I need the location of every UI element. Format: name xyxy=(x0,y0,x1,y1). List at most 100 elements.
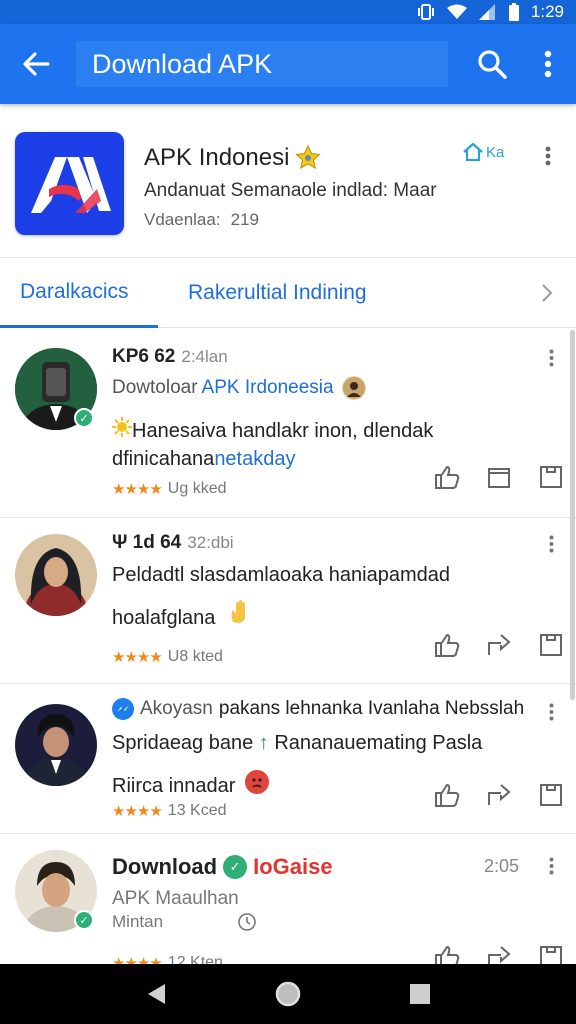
post-more-button[interactable] xyxy=(542,346,560,370)
post-more-button[interactable] xyxy=(542,532,560,556)
post-rating: ★★★★ 13 Kced xyxy=(112,802,227,820)
post-more-button[interactable] xyxy=(542,854,560,878)
angry-emoji-icon xyxy=(244,770,269,794)
app-name: APK Indonesi xyxy=(144,144,322,172)
post-tag: IoGaise xyxy=(253,854,333,879)
bookmark-box-icon xyxy=(540,634,562,656)
rating-text: Ug kked xyxy=(167,480,227,497)
thumbs-up-icon xyxy=(435,783,460,807)
rating-text: U8 kted xyxy=(167,648,223,665)
signal-icon xyxy=(478,4,497,20)
sun-emoji-icon xyxy=(112,417,132,437)
post-time: 2:4lan xyxy=(181,347,228,366)
post-head-text: pakans lehnanka Ivanlaha Nebsslah xyxy=(218,698,525,719)
avatar xyxy=(15,534,97,616)
feed-post[interactable]: ✓ Download ✓ IoGaise 2:05 APK Maaulhan M… xyxy=(0,834,576,964)
post-author: KP6 62 xyxy=(112,346,176,367)
vibrate-icon xyxy=(417,4,435,20)
share-button[interactable] xyxy=(484,462,514,492)
tab-scroll-right-button[interactable] xyxy=(536,278,558,308)
post-text-2: dfinicahana xyxy=(112,448,215,470)
clock-icon xyxy=(238,913,256,931)
scrollbar[interactable] xyxy=(570,330,575,700)
app-bar: Download APK xyxy=(0,24,576,104)
app-bar-title-box: Download APK xyxy=(76,41,448,87)
bookmark-button[interactable] xyxy=(536,630,566,660)
post-text: Hanesaiva handlakr inon, dlendak xyxy=(132,420,434,442)
install-badge[interactable]: Ka xyxy=(462,142,504,162)
more-options-button[interactable] xyxy=(520,24,576,104)
back-arrow-icon xyxy=(23,52,50,76)
app-bar-title: Download APK xyxy=(92,48,273,79)
verified-badge-icon: ✓ xyxy=(74,408,94,428)
messenger-icon xyxy=(112,698,134,720)
rating-stars: ★★★★ xyxy=(112,955,163,964)
feed-list: ✓ KP6 62 2:4lan Dowtoloar APK Irdoneesia… xyxy=(0,328,576,964)
status-time: 1:29 xyxy=(530,2,564,21)
search-icon xyxy=(478,50,507,79)
tab-recommended[interactable]: Rakerultial Indining xyxy=(188,258,367,328)
bookmark-box-icon xyxy=(540,946,562,964)
post-rating: ★★★★ Ug kked xyxy=(112,480,227,498)
post-more-button[interactable] xyxy=(542,700,560,724)
wifi-icon xyxy=(446,4,467,20)
nav-back-button[interactable] xyxy=(136,974,176,1014)
more-vert-icon xyxy=(549,349,553,367)
bookmark-button[interactable] xyxy=(536,942,566,964)
apk-logo-icon xyxy=(30,156,111,213)
feed-post[interactable]: Akoyasn pakans lehnanka Ivanlaha Nebssla… xyxy=(0,684,576,834)
bookmark-button[interactable] xyxy=(536,780,566,810)
share-button[interactable] xyxy=(484,942,514,964)
back-button[interactable] xyxy=(0,24,72,104)
bookmark-box-icon xyxy=(540,466,562,488)
search-button[interactable] xyxy=(464,24,520,104)
post-author: Ψ 1d 64 xyxy=(112,532,182,553)
nav-recents-button[interactable] xyxy=(400,974,440,1014)
rating-stars: ★★★★ xyxy=(112,649,163,666)
post-sub-text: Dowtoloar xyxy=(112,377,198,398)
share-button[interactable] xyxy=(484,780,514,810)
verified-check-icon: ✓ xyxy=(223,855,248,879)
like-button[interactable] xyxy=(432,780,462,810)
status-bar: 1:29 xyxy=(0,0,576,24)
post-app-link[interactable]: APK Irdoneesia xyxy=(202,377,334,399)
post-text: Peldadtl slasdamlaoaka haniapamdad xyxy=(112,564,451,586)
rating-text: 12 Kten xyxy=(167,954,223,964)
rating-text: 13 Kced xyxy=(167,802,227,819)
like-button[interactable] xyxy=(432,630,462,660)
post-author: Akoyasn xyxy=(140,698,213,719)
more-vert-icon xyxy=(549,857,553,875)
thumbs-up-icon xyxy=(435,633,460,657)
more-vert-icon xyxy=(545,146,551,166)
system-nav-bar xyxy=(0,964,576,1024)
post-author: Download xyxy=(112,854,218,879)
back-triangle-icon xyxy=(148,984,165,1004)
bookmark-button[interactable] xyxy=(536,462,566,492)
more-vert-icon xyxy=(549,703,553,721)
tab-downloads[interactable]: Daralkacics xyxy=(0,258,158,328)
post-text-link[interactable]: netakday xyxy=(214,448,295,470)
recents-square-icon xyxy=(410,984,430,1004)
feed-post[interactable]: ✓ KP6 62 2:4lan Dowtoloar APK Irdoneesia… xyxy=(0,328,576,518)
post-rating: ★★★★ U8 kted xyxy=(112,648,223,666)
rating-stars: ★★★★ xyxy=(112,481,163,498)
home-badge-icon xyxy=(463,142,483,162)
app-logo xyxy=(15,132,124,235)
feed-post[interactable]: Ψ 1d 64 32:dbi Peldadtl slasdamlaoaka ha… xyxy=(0,518,576,684)
tab-bar: Daralkacics Rakerultial Indining xyxy=(0,258,576,328)
nav-home-button[interactable] xyxy=(268,974,308,1014)
thumbs-up-icon xyxy=(435,465,460,489)
rating-stars: ★★★★ xyxy=(112,803,163,820)
app-header-card[interactable]: APK Indonesi Andanuat Semanaole indlad: … xyxy=(0,104,576,258)
like-button[interactable] xyxy=(432,462,462,492)
post-text-2: hoalafglana xyxy=(112,607,216,629)
app-card-more-button[interactable] xyxy=(536,142,560,170)
like-button[interactable] xyxy=(432,942,462,964)
share-box-icon xyxy=(488,468,510,488)
more-vert-icon xyxy=(544,50,552,78)
post-text: Spridaeag bane xyxy=(112,732,254,754)
share-arrow-icon xyxy=(488,946,511,964)
share-button[interactable] xyxy=(484,630,514,660)
app-meta: Vdaenlaa: 219 xyxy=(144,210,259,229)
star-badge-icon xyxy=(295,145,322,169)
